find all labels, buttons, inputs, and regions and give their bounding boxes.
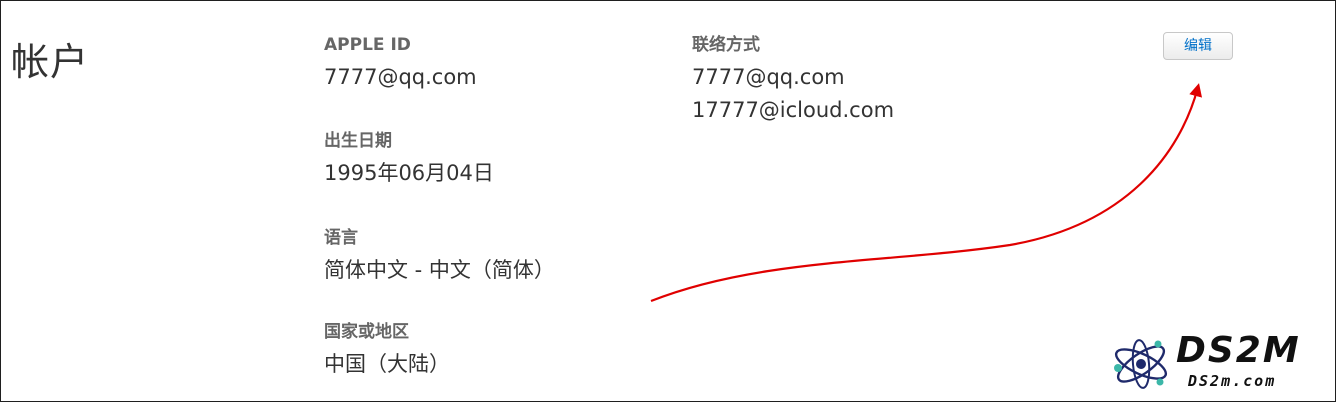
apple-id-value: 7777@qq.com — [324, 65, 477, 89]
contact-field: 联络方式 7777@qq.com 17777@icloud.com — [692, 34, 894, 127]
apple-id-label: APPLE ID — [324, 35, 411, 55]
watermark: DS2M DS2m.com — [1098, 326, 1334, 401]
contact-label: 联络方式 — [692, 35, 760, 55]
apple-id-field: APPLE ID 7777@qq.com — [324, 34, 477, 94]
region-field: 国家或地区 中国（大陆） — [324, 321, 450, 381]
section-title: 帐户 — [11, 40, 90, 84]
edit-button[interactable]: 编辑 — [1163, 32, 1233, 60]
watermark-brand: DS2M — [1176, 330, 1301, 371]
birthday-label: 出生日期 — [324, 131, 392, 151]
atom-logo-icon — [1114, 339, 1168, 389]
language-field: 语言 简体中文 - 中文（简体） — [324, 227, 555, 287]
contact-email-2: 17777@icloud.com — [692, 98, 895, 122]
language-label: 语言 — [324, 228, 358, 248]
region-value: 中国（大陆） — [324, 352, 450, 376]
watermark-url: DS2m.com — [1188, 372, 1277, 390]
contact-email-1: 7777@qq.com — [692, 65, 845, 89]
language-value: 简体中文 - 中文（简体） — [324, 258, 555, 282]
birthday-field: 出生日期 1995年06月04日 — [324, 130, 494, 190]
birthday-value: 1995年06月04日 — [324, 161, 494, 185]
region-label: 国家或地区 — [324, 322, 409, 342]
